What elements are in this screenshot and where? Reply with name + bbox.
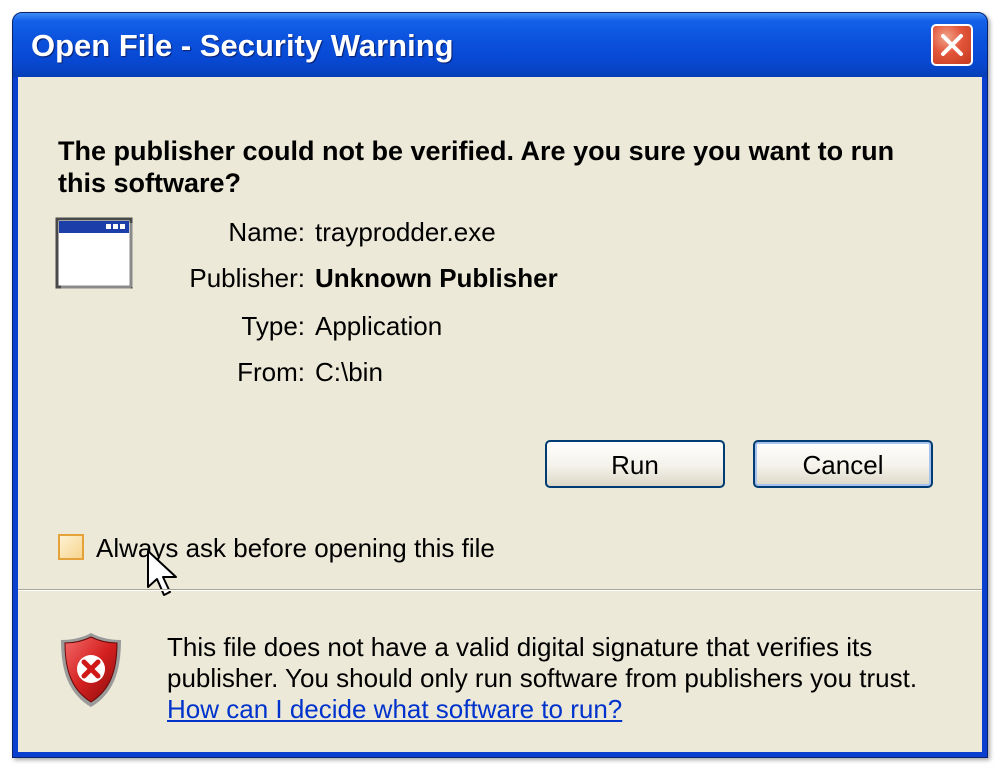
warning-line-2: publisher. You should only run software …	[167, 663, 918, 693]
from-value: C:\bin	[315, 357, 383, 387]
detail-row-type: Type: Application	[158, 311, 758, 341]
warning-heading: The publisher could not be verified. Are…	[58, 136, 895, 198]
name-value: trayprodder.exe	[315, 217, 496, 247]
name-label: Name:	[228, 217, 305, 247]
type-label: Type:	[241, 311, 305, 341]
detail-row-from: From: C:\bin	[158, 357, 758, 387]
from-label: From:	[237, 357, 305, 387]
title-bar[interactable]: Open File - Security Warning	[13, 13, 987, 77]
detail-row-publisher: Publisher: Unknown Publisher	[158, 263, 758, 293]
security-warning-dialog: Open File - Security Warning The publish…	[12, 12, 988, 758]
publisher-label: Publisher:	[189, 263, 305, 293]
warning-line-1: This file does not have a valid digital …	[167, 632, 873, 662]
run-button[interactable]: Run	[545, 440, 725, 488]
cancel-button[interactable]: Cancel	[753, 440, 933, 488]
close-icon	[941, 34, 963, 56]
section-divider	[18, 589, 982, 591]
window-title: Open File - Security Warning	[31, 28, 454, 63]
signature-warning-text: This file does not have a valid digital …	[167, 632, 947, 725]
publisher-value: Unknown Publisher	[315, 263, 558, 293]
detail-row-name: Name: trayprodder.exe	[158, 217, 758, 247]
mouse-pointer-icon	[146, 549, 182, 604]
close-button[interactable]	[931, 24, 973, 66]
dialog-body: The publisher could not be verified. Are…	[18, 77, 982, 752]
shield-x-icon	[58, 630, 124, 715]
application-window-icon	[55, 217, 135, 294]
type-value: Application	[315, 311, 443, 341]
help-link[interactable]: How can I decide what software to run?	[167, 694, 622, 724]
always-ask-checkbox[interactable]	[58, 534, 84, 560]
